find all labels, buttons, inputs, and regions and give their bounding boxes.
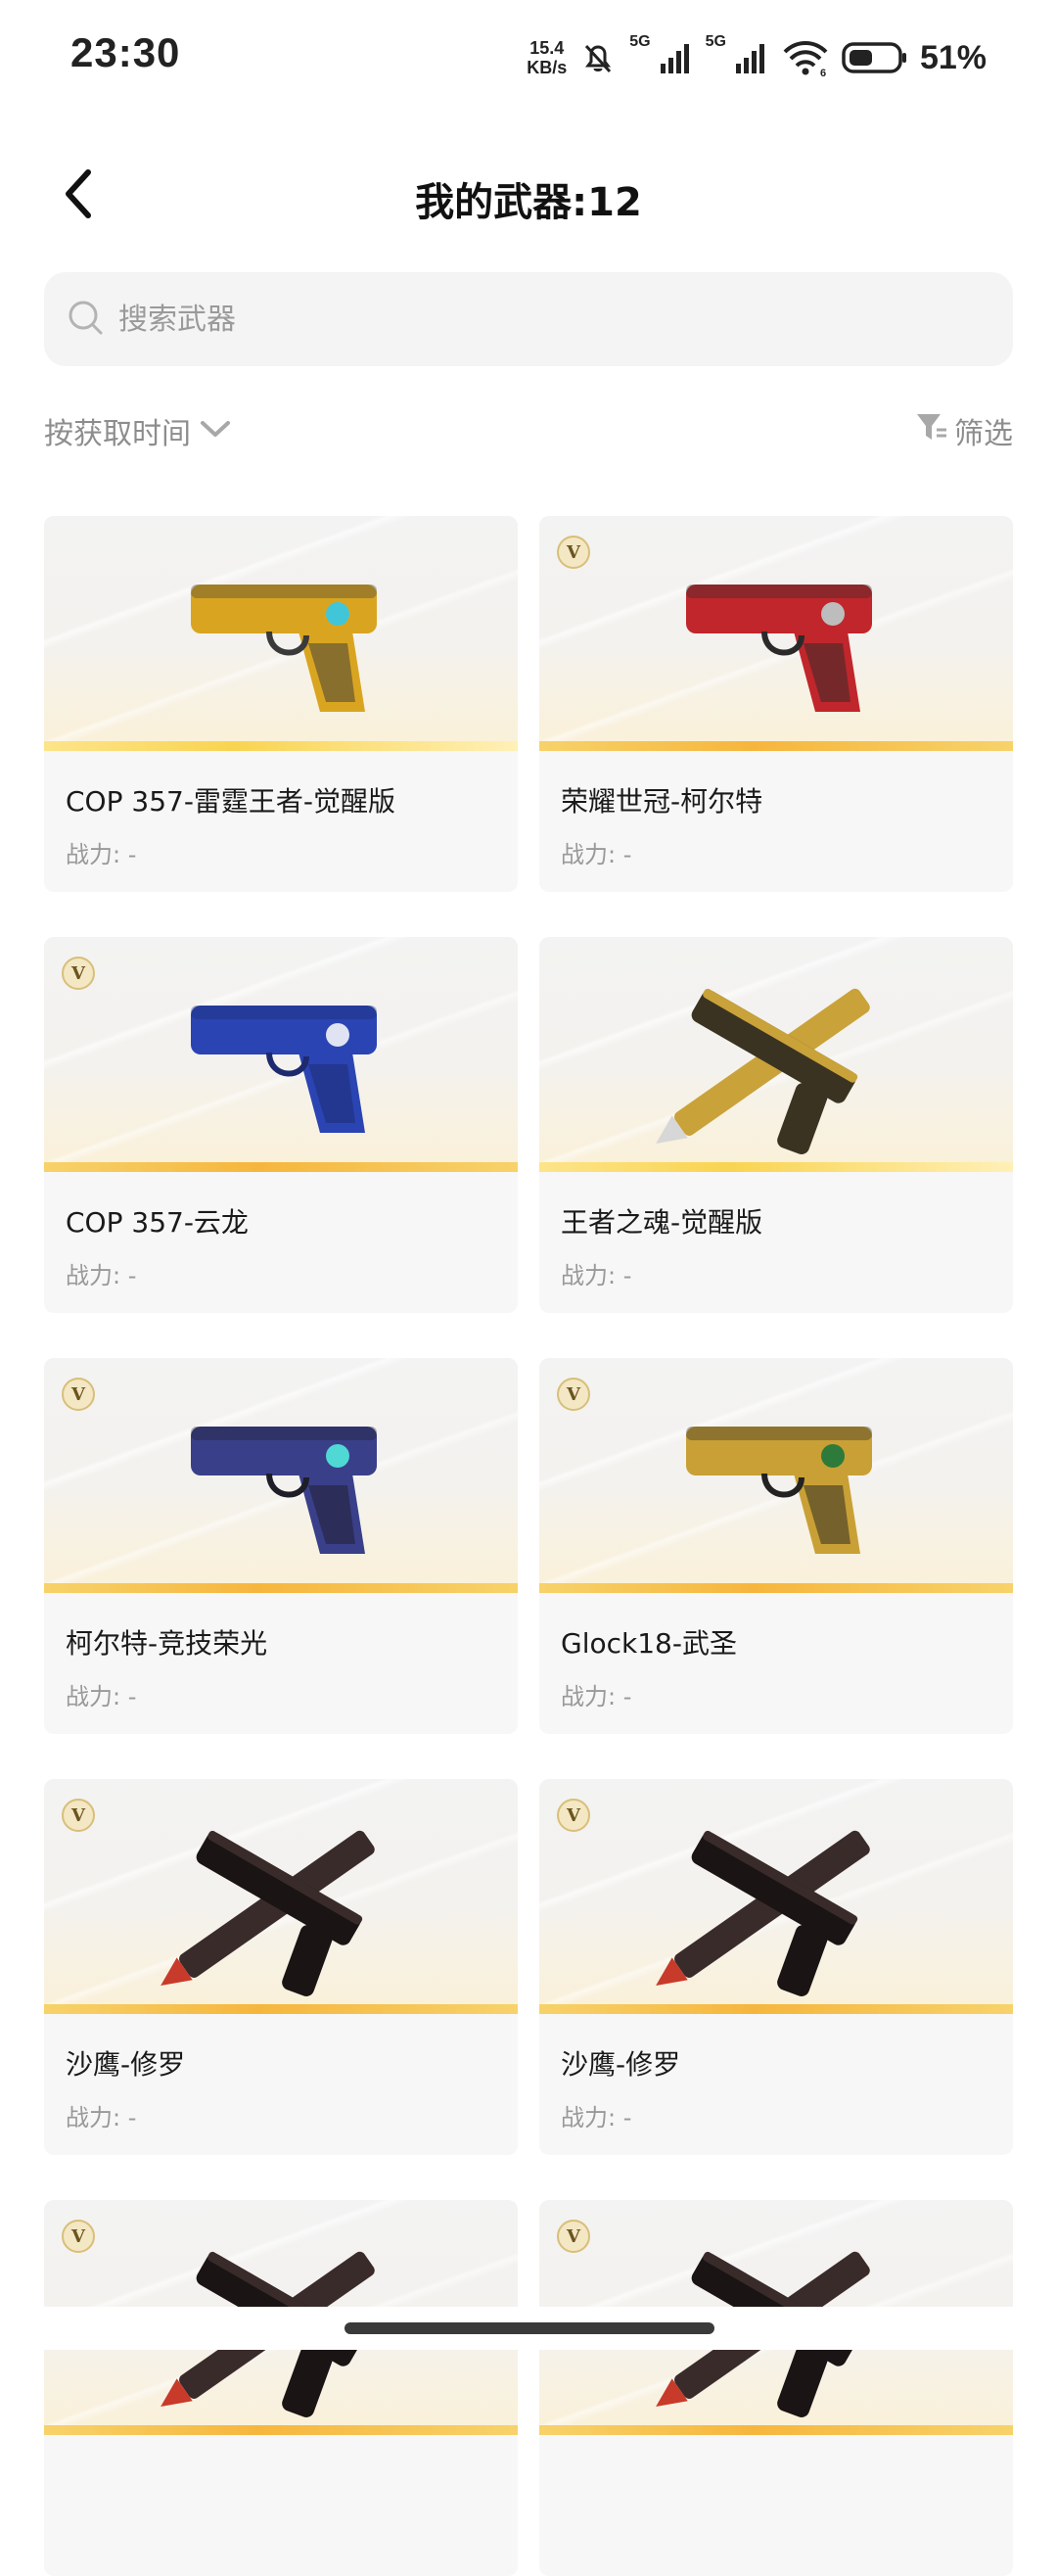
weapon-card[interactable]: V 沙鹰-修罗 战力: -	[539, 1779, 1013, 2155]
wifi-badge: 6	[820, 68, 826, 77]
wifi-icon: 6	[781, 38, 830, 77]
weapon-power: 战力: -	[66, 2104, 137, 2131]
search-input[interactable]	[118, 302, 901, 337]
weapon-card[interactable]: COP 357-雷霆王者-觉醒版 战力: -	[44, 516, 518, 892]
rarity-stripe	[539, 2425, 1013, 2435]
weapon-name: 王者之魂-觉醒版	[561, 1206, 763, 1239]
weapon-image: V	[44, 1358, 518, 1593]
battery-percent: 51%	[919, 38, 987, 76]
weapon-card[interactable]: 王者之魂-觉醒版 战力: -	[539, 937, 1013, 1313]
network-speed-unit: KB/s	[527, 58, 568, 77]
rarity-stripe	[539, 2004, 1013, 2014]
weapon-power: 战力: -	[561, 1683, 632, 1710]
weapon-name: 荣耀世冠-柯尔特	[561, 785, 763, 818]
weapon-name: 柯尔特-竞技荣光	[66, 1627, 268, 1660]
page-title: 我的武器:12	[415, 180, 642, 225]
weapon-art	[656, 1830, 870, 1996]
rarity-stripe	[539, 741, 1013, 751]
sim1-type: 5G	[629, 33, 651, 50]
weapon-art	[191, 1006, 377, 1133]
vip-badge-icon: V	[62, 2220, 95, 2253]
sort-dropdown[interactable]: 按获取时间	[44, 409, 232, 452]
weapon-name: 沙鹰-修罗	[66, 2048, 186, 2081]
weapon-card[interactable]: V	[44, 2200, 518, 2576]
rarity-stripe	[539, 1162, 1013, 1172]
weapon-name: 沙鹰-修罗	[561, 2048, 681, 2081]
vip-badge-icon: V	[62, 957, 95, 990]
sort-label: 按获取时间	[44, 417, 191, 451]
filter-label: 筛选	[954, 417, 1013, 451]
network-speed: 15.4 KB/s	[527, 38, 567, 77]
weapon-name: COP 357-雷霆王者-觉醒版	[66, 785, 396, 818]
vip-badge-icon: V	[557, 1799, 590, 1832]
weapon-art	[191, 1427, 377, 1554]
vip-badge-icon: V	[557, 2220, 590, 2253]
weapon-card[interactable]: V 柯尔特-竞技荣光 战力: -	[44, 1358, 518, 1734]
weapon-art	[656, 988, 870, 1154]
weapon-power: 战力: -	[561, 1262, 632, 1289]
weapon-power: 战力: -	[66, 1683, 137, 1710]
battery-icon	[842, 40, 908, 75]
weapon-image: V	[539, 1779, 1013, 2014]
filter-button[interactable]: 筛选	[915, 409, 1013, 452]
weapon-image: V	[44, 1779, 518, 2014]
rarity-stripe	[44, 741, 518, 751]
weapon-art	[161, 1830, 375, 1996]
sim2-type: 5G	[705, 33, 726, 50]
weapon-card[interactable]: V	[539, 2200, 1013, 2576]
search-icon	[66, 298, 105, 341]
weapon-image: V	[539, 1358, 1013, 1593]
network-speed-value: 15.4	[529, 38, 565, 58]
status-time: 23:30	[70, 29, 181, 75]
weapon-name: Glock18-武圣	[561, 1627, 737, 1660]
weapon-power: 战力: -	[561, 2104, 632, 2131]
rarity-stripe	[44, 1162, 518, 1172]
weapon-card[interactable]: V 荣耀世冠-柯尔特 战力: -	[539, 516, 1013, 892]
weapon-card[interactable]: V Glock18-武圣 战力: -	[539, 1358, 1013, 1734]
weapon-grid: COP 357-雷霆王者-觉醒版 战力: - V 荣耀世冠-柯尔特 战力: -	[44, 516, 1013, 2576]
rarity-stripe	[539, 1583, 1013, 1593]
weapon-card[interactable]: V COP 357-云龙 战力: -	[44, 937, 518, 1313]
rarity-stripe	[44, 2425, 518, 2435]
rarity-stripe	[44, 2004, 518, 2014]
weapon-image	[539, 937, 1013, 1172]
weapon-art	[686, 1427, 872, 1554]
sort-filter-row: 按获取时间 筛选	[44, 401, 1013, 460]
weapon-image: V	[44, 937, 518, 1172]
signal-icon	[734, 40, 769, 75]
vip-badge-icon: V	[557, 1378, 590, 1411]
weapon-power: 战力: -	[66, 1262, 137, 1289]
weapon-card[interactable]: V 沙鹰-修罗 战力: -	[44, 1779, 518, 2155]
signal-icon	[659, 40, 694, 75]
home-indicator[interactable]	[345, 2322, 714, 2334]
weapon-art	[191, 585, 377, 712]
weapon-image: V	[539, 516, 1013, 751]
chevron-down-icon	[199, 414, 232, 448]
search-bar[interactable]	[44, 272, 1013, 366]
weapon-power: 战力: -	[561, 841, 632, 868]
weapon-power: 战力: -	[66, 841, 137, 868]
filter-icon	[915, 410, 948, 451]
header: 我的武器:12	[0, 147, 1057, 245]
rarity-stripe	[44, 1583, 518, 1593]
weapon-art	[686, 585, 872, 712]
vip-badge-icon: V	[62, 1799, 95, 1832]
bell-muted-icon	[578, 38, 618, 77]
vip-badge-icon: V	[557, 536, 590, 569]
vip-badge-icon: V	[62, 1378, 95, 1411]
weapon-image	[44, 516, 518, 751]
status-icons: 15.4 KB/s 5G 5G 6 51%	[527, 33, 987, 82]
status-bar: 23:30 15.4 KB/s 5G 5G 6 51%	[0, 0, 1057, 117]
weapon-name: COP 357-云龙	[66, 1206, 249, 1239]
